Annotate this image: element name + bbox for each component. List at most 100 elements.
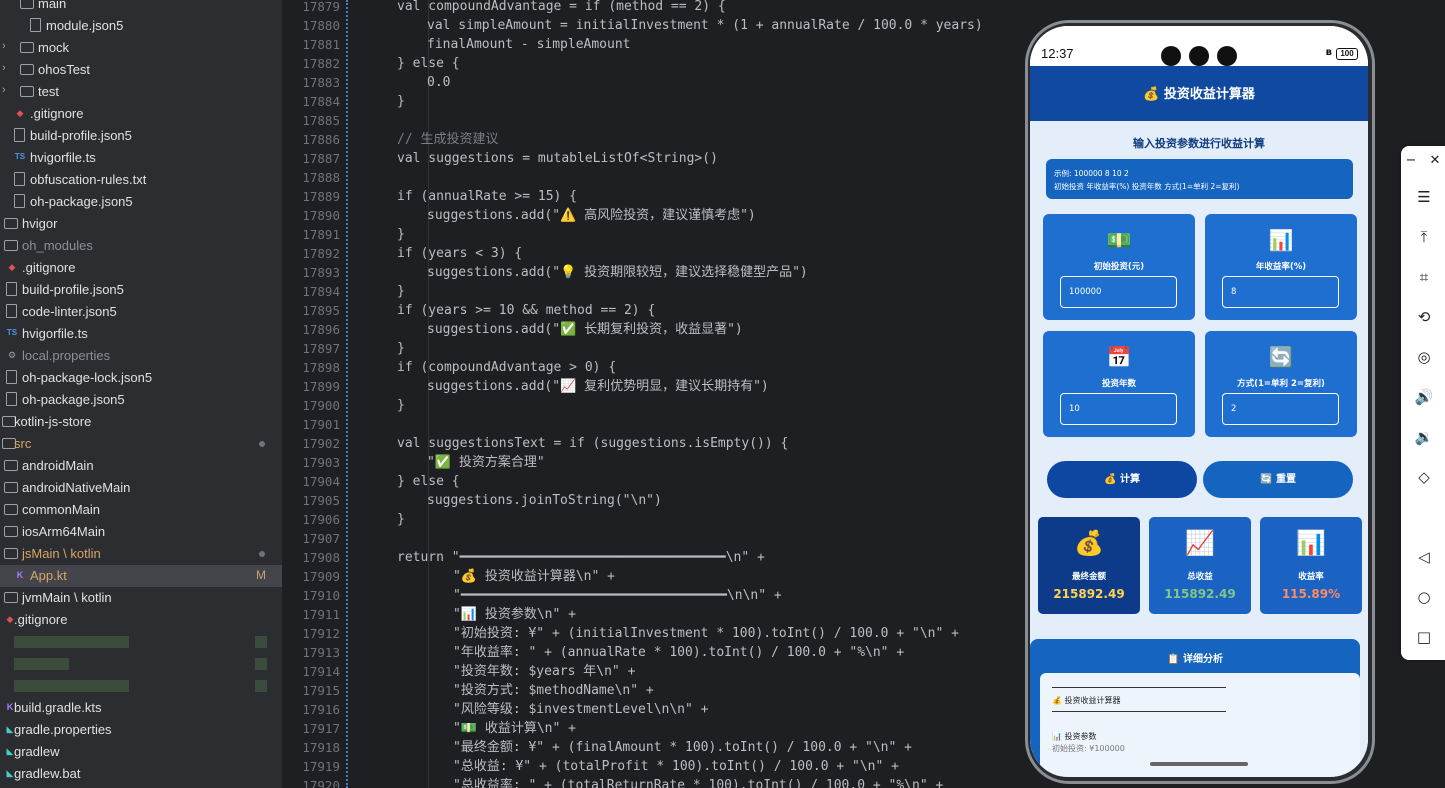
tree-item[interactable]: kotlin-js-store [0, 411, 282, 433]
code-line[interactable]: "风险等级: $investmentLevel\n\n" + [453, 700, 709, 719]
code-line[interactable]: suggestions.add("📈 复利优势明显，建议长期持有") [427, 377, 769, 396]
tree-item[interactable]: › test [0, 81, 282, 103]
code-line[interactable]: val simpleAmount = initialInvestment * (… [427, 16, 983, 35]
code-line[interactable]: "投资年数: $years 年\n" + [453, 662, 635, 681]
years-input[interactable]: 10 [1060, 393, 1177, 425]
code-line[interactable]: val suggestionsText = if (suggestions.is… [397, 434, 788, 453]
tree-item[interactable]: › mock [0, 37, 282, 59]
tree-item[interactable]: androidNativeMain [0, 477, 282, 499]
tree-item[interactable]: ◆ .gitignore [0, 103, 282, 125]
volume-up-icon[interactable]: 🔊 [1413, 386, 1435, 408]
code-line[interactable]: } [397, 225, 405, 244]
code-line[interactable]: "💰 投资收益计算器\n" + [453, 567, 615, 586]
code-line[interactable]: "📊 投资参数\n" + [453, 605, 576, 624]
method-input[interactable]: 2 [1222, 393, 1339, 425]
tree-item[interactable]: jsMain \ kotlin [0, 543, 282, 565]
code-line[interactable]: "总收益: ¥" + (totalProfit * 100).toInt() /… [453, 757, 899, 776]
code-line[interactable]: } else { [397, 54, 460, 73]
code-line[interactable]: "年收益率: " + (annualRate * 100).toInt() / … [453, 643, 904, 662]
tree-item[interactable]: iosArm64Main [0, 521, 282, 543]
calculate-button[interactable]: 💰 计算 [1047, 461, 1197, 498]
tree-item[interactable]: code-linter.json5 [0, 301, 282, 323]
code-line[interactable]: if (annualRate >= 15) { [397, 187, 577, 206]
code-line[interactable]: val suggestions = mutableListOf<String>(… [397, 149, 718, 168]
code-line[interactable]: // 生成投资建议 [397, 130, 498, 149]
rotate-icon[interactable]: ⟲ [1413, 306, 1435, 328]
fold-icon[interactable]: ◇ [1413, 466, 1435, 488]
code-line[interactable]: if (years >= 10 && method == 2) { [397, 301, 655, 320]
tree-item[interactable]: build-profile.json5 [0, 125, 282, 147]
code-line[interactable]: } [397, 92, 405, 111]
overview-icon[interactable]: □ [1413, 626, 1435, 648]
code-line[interactable]: if (compoundAdvantage > 0) { [397, 358, 616, 377]
tree-item[interactable]: commonMain [0, 499, 282, 521]
code-line[interactable]: "━━━━━━━━━━━━━━━━━━━━━━━━━━━━━━━━━━\n\n"… [453, 586, 782, 605]
code-editor[interactable]: val compoundAdvantage = if (method == 2)… [348, 0, 1028, 788]
tree-item[interactable]: oh-package-lock.json5 [0, 367, 282, 389]
code-line[interactable]: } [397, 339, 405, 358]
tree-item[interactable]: ⚙ local.properties [0, 345, 282, 367]
tree-item[interactable]: obfuscation-rules.txt [0, 169, 282, 191]
tree-item[interactable]: TS hvigorfile.ts [0, 147, 282, 169]
initial-investment-input[interactable]: 100000 [1060, 276, 1177, 308]
code-line[interactable]: } [397, 282, 405, 301]
money-bag-icon: 💰 [1074, 529, 1104, 557]
tree-item[interactable]: hvigor [0, 213, 282, 235]
home-indicator[interactable] [1150, 762, 1248, 766]
tree-item[interactable]: androidMain [0, 455, 282, 477]
volume-down-icon[interactable]: 🔉 [1413, 426, 1435, 448]
tree-item[interactable]: ◆ .gitignore [0, 609, 282, 631]
tree-item[interactable] [0, 631, 282, 653]
tree-item[interactable]: ◣ gradle.properties [0, 719, 282, 741]
tree-item[interactable]: module.json5 [0, 15, 282, 37]
code-line[interactable]: suggestions.joinToString("\n") [427, 491, 662, 510]
pin-top-icon[interactable]: ⤒ [1413, 226, 1435, 248]
code-line[interactable]: } [397, 510, 405, 529]
code-line[interactable]: } [397, 396, 405, 415]
code-line[interactable]: } else { [397, 472, 460, 491]
code-line[interactable]: "投资方式: $methodName\n" + [453, 681, 654, 700]
code-line[interactable]: "✅ 投资方案合理" [427, 453, 545, 472]
tree-item[interactable]: ◣ gradlew.bat [0, 763, 282, 785]
tree-item[interactable]: oh_modules [0, 235, 282, 257]
code-line[interactable]: suggestions.add("💡 投资期限较短，建议选择稳健型产品") [427, 263, 808, 282]
code-line[interactable]: 0.0 [427, 73, 450, 92]
tree-item[interactable]: K App.kt M [0, 565, 282, 587]
code-line[interactable]: suggestions.add("✅ 长期复利投资，收益显著") [427, 320, 743, 339]
tree-item[interactable]: ◣ gradlew [0, 741, 282, 763]
code-line[interactable]: "💵 收益计算\n" + [453, 719, 576, 738]
tree-item[interactable] [0, 675, 282, 697]
chevron-right-icon[interactable]: › [2, 62, 12, 74]
folder-icon [4, 592, 18, 603]
code-line[interactable]: "初始投资: ¥" + (initialInvestment * 100).to… [453, 624, 959, 643]
tree-item[interactable] [0, 653, 282, 675]
menu-icon[interactable]: ☰ [1413, 186, 1435, 208]
chevron-right-icon[interactable]: › [2, 84, 12, 96]
tree-item[interactable]: Kbuild.gradle.kts [0, 697, 282, 719]
code-line[interactable]: "总收益率: " + (totalReturnRate * 100).toInt… [453, 776, 943, 788]
screenshot-icon[interactable]: ◎ [1413, 346, 1435, 368]
tree-item[interactable]: ◆ .gitignore [0, 257, 282, 279]
tree-item[interactable]: TS hvigorfile.ts [0, 323, 282, 345]
code-line[interactable]: "最终金额: ¥" + (finalAmount * 100).toInt() … [453, 738, 912, 757]
close-icon[interactable]: ✕ [1425, 150, 1445, 172]
back-icon[interactable]: ◁ [1413, 546, 1435, 568]
annual-rate-input[interactable]: 8 [1222, 276, 1339, 308]
chevron-right-icon[interactable]: › [2, 40, 12, 52]
home-icon[interactable]: ○ [1413, 586, 1435, 608]
reset-button[interactable]: 🔄 重置 [1203, 461, 1353, 498]
code-line[interactable]: val compoundAdvantage = if (method == 2)… [397, 0, 726, 16]
code-line[interactable]: finalAmount - simpleAmount [427, 35, 631, 54]
code-line[interactable]: if (years < 3) { [397, 244, 522, 263]
code-line[interactable]: suggestions.add("⚠️ 高风险投资，建议谨慎考虑") [427, 206, 756, 225]
tree-item[interactable]: build-profile.json5 [0, 279, 282, 301]
code-line[interactable]: return "━━━━━━━━━━━━━━━━━━━━━━━━━━━━━━━━… [397, 548, 765, 567]
tree-item[interactable]: main [0, 0, 282, 15]
crop-icon[interactable]: ⌗ [1413, 266, 1435, 288]
tree-item[interactable]: src [0, 433, 282, 455]
tree-item[interactable]: › ohosTest [0, 59, 282, 81]
minimize-icon[interactable]: − [1401, 150, 1421, 172]
tree-item[interactable]: jvmMain \ kotlin [0, 587, 282, 609]
tree-item[interactable]: oh-package.json5 [0, 191, 282, 213]
tree-item[interactable]: oh-package.json5 [0, 389, 282, 411]
